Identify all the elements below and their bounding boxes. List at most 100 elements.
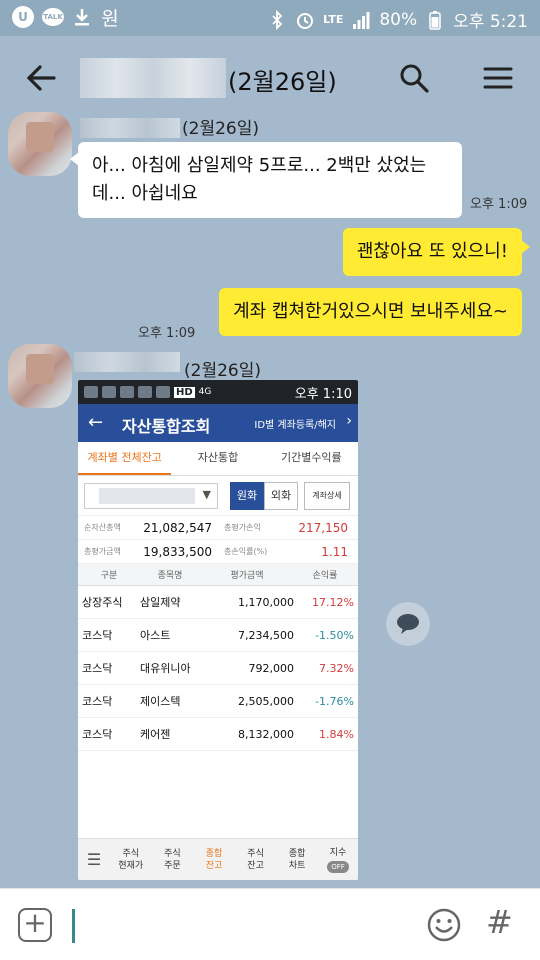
summary-label: 총평가금액: [84, 547, 121, 556]
back-button[interactable]: [22, 58, 62, 98]
avatar[interactable]: [8, 344, 72, 408]
message-input[interactable]: [72, 909, 75, 943]
won-icon: 원: [101, 7, 119, 30]
image-account-filter: ▼ 원화 외화 계좌상세: [78, 476, 358, 516]
message-text: 괜찮아요 또 있으니!: [356, 241, 508, 262]
notification-icon: [84, 386, 98, 398]
u-plus-icon: U: [12, 6, 34, 28]
message-input-bar: + #: [0, 888, 540, 960]
image-bottom-nav: ☰ 주식 현재가 주식 주문 종합 잔고 주식 잔고 종합 차트 지수 OFF: [78, 838, 358, 880]
image-app-title: 자산통합조회: [122, 417, 211, 436]
bottom-nav-item: 종합 차트: [288, 848, 306, 871]
holdings-table: 상장주식 삼일제약 1,170,000 17.12% 코스닥 아스트 7,234…: [78, 586, 358, 751]
holding-type: 코스닥: [82, 695, 113, 708]
index-label: 지수: [329, 847, 347, 858]
notification-icon: [120, 386, 134, 398]
holding-value: 8,132,000: [238, 727, 294, 741]
image-tab: 기간별수익률: [280, 451, 342, 464]
download-icon: [72, 6, 92, 28]
holding-name: 제이스텍: [140, 695, 181, 708]
notification-icon: [102, 386, 116, 398]
image-tabs: 계좌별 전체잔고 자산통합 기간별수익률: [78, 442, 358, 476]
bottom-nav-item: 주식 주문: [164, 848, 181, 871]
summary-value: 19,833,500: [143, 544, 212, 559]
summary-row: 총평가금액 19,833,500 총손익률(%) 1.11: [78, 540, 358, 564]
avatar[interactable]: [8, 112, 72, 176]
table-row: 상장주식 삼일제약 1,170,000 17.12%: [78, 586, 358, 619]
account-number-blurred: [99, 488, 195, 504]
column-header: 구분: [100, 571, 118, 581]
chevron-right-icon: ›: [346, 413, 352, 429]
menu-button[interactable]: [480, 60, 516, 96]
clock: 오후 5:21: [453, 12, 528, 32]
message-time: 오후 1:09: [470, 197, 528, 212]
holdings-table-header: 구분 종목명 평가금액 손익률: [78, 564, 358, 586]
message-bubble[interactable]: 아... 아침에 삼일제약 5프로... 2백만 샀었는데... 아쉽네요: [70, 142, 462, 218]
won-button: 원화: [230, 482, 264, 510]
back-arrow-icon: [26, 65, 56, 91]
holding-value: 1,170,000: [238, 595, 294, 609]
message-text: 아... 아침에 삼일제약 5프로... 2백만 샀었는데... 아쉽네요: [92, 155, 427, 204]
holding-rate: -1.76%: [315, 694, 354, 708]
holding-name: 케어젠: [140, 728, 171, 741]
attach-button[interactable]: +: [18, 908, 52, 942]
summary-label: 총손익률(%): [224, 547, 268, 556]
sender-name-blurred: [74, 352, 180, 372]
search-button[interactable]: [396, 60, 432, 96]
shared-image[interactable]: HD 4G 오후 1:10 ← 자산통합조회 ID별 계좌등록/해지 › 계좌별…: [78, 380, 358, 880]
holding-type: 코스닥: [82, 629, 113, 642]
hash-search-button[interactable]: #: [486, 903, 513, 941]
battery-level: 80%: [379, 9, 418, 30]
alarm-icon: [295, 9, 315, 31]
summary-label: 총평가손익: [224, 523, 261, 532]
column-header: 종목명: [157, 571, 183, 581]
notification-icon: [156, 386, 170, 398]
emoticon-button[interactable]: [426, 907, 462, 943]
message-time: 오후 1:09: [138, 326, 196, 341]
network-badge: 4G: [198, 387, 212, 397]
summary-row: 순자산총액 21,082,547 총평가손익 217,150: [78, 516, 358, 540]
summary-value: 1.11: [321, 544, 348, 559]
signal-icon: [351, 9, 371, 31]
summary-value: 21,082,547: [143, 520, 212, 535]
sender-date: (2월26일): [182, 119, 259, 139]
holding-value: 7,234,500: [238, 628, 294, 642]
holding-type: 상장주식: [82, 596, 123, 609]
holding-value: 2,505,000: [238, 694, 294, 708]
back-arrow-icon: ←: [88, 412, 104, 433]
dropdown-arrow-icon: ▼: [202, 488, 211, 501]
index-toggle: 지수 OFF: [318, 847, 358, 873]
image-tab: 계좌별 전체잔고: [78, 442, 172, 475]
bottom-nav-item: 종합 잔고: [205, 848, 223, 871]
table-row: 코스닥 제이스텍 2,505,000 -1.76%: [78, 685, 358, 718]
hd-badge: HD: [174, 386, 195, 398]
hamburger-icon: ☰: [86, 849, 102, 869]
sender-name-blurred: [80, 118, 180, 138]
status-bar: U TALK 원 LTE 80% 오후 5:21: [0, 0, 540, 36]
notification-icon: [138, 386, 152, 398]
speech-bubble-icon: [397, 614, 419, 634]
sender-date: (2월26일): [184, 361, 261, 381]
holding-rate: 1.84%: [319, 727, 354, 741]
bottom-nav-item: 주식 현재가: [118, 848, 144, 871]
holding-type: 코스닥: [82, 728, 113, 741]
summary-label: 순자산총액: [84, 523, 121, 532]
my-message-bubble[interactable]: 괜찮아요 또 있으니!: [342, 228, 531, 276]
chat-room-name-blurred: [80, 58, 226, 98]
column-header: 손익률: [312, 571, 338, 581]
table-row: 코스닥 대유위니아 792,000 7.32%: [78, 652, 358, 685]
column-header: 평가금액: [230, 571, 264, 581]
image-status-bar: HD 4G 오후 1:10: [78, 380, 358, 404]
holding-name: 삼일제약: [140, 596, 181, 609]
account-select: ▼: [84, 483, 218, 509]
bluetooth-icon: [267, 9, 287, 31]
network-type: LTE: [323, 13, 344, 26]
kakaotalk-icon: TALK: [42, 8, 64, 26]
holding-value: 792,000: [248, 661, 295, 675]
my-message-bubble[interactable]: 계좌 캡쳐한거있으시면 보내주세요~: [219, 288, 522, 336]
image-tab: 자산통합: [197, 451, 239, 464]
smiley-icon: [427, 908, 461, 942]
battery-icon: [425, 9, 445, 31]
quick-reply-button[interactable]: [386, 602, 430, 646]
index-toggle-state: OFF: [327, 860, 349, 873]
